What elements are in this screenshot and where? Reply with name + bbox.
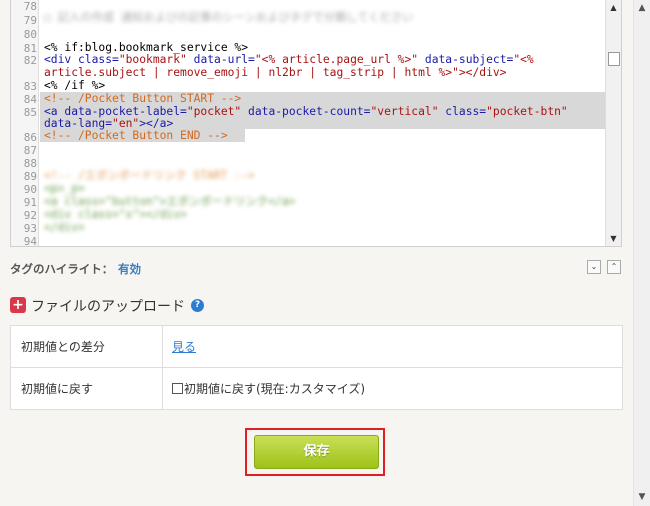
code-token: "<%: [513, 53, 534, 66]
row-label: 初期値に戻す: [10, 367, 163, 410]
reset-default-label[interactable]: 初期値に戻す(現在:カスタマイズ): [184, 382, 365, 396]
tag-highlight-value[interactable]: 有効: [118, 261, 141, 277]
line-number: 85: [23, 106, 37, 119]
code-line-82: <div class="bookmark" data-url="<% artic…: [44, 54, 534, 66]
file-upload-title[interactable]: ファイルのアップロード: [31, 296, 185, 316]
blurred-code-line: □ 記入の作成 通知およびの記事のシーンおよびタグで分類してください: [44, 11, 414, 24]
editor-scrollbar[interactable]: ▲ ▼: [605, 0, 621, 246]
line-number: 90: [23, 183, 37, 196]
code-line-82-wrap: article.subject | remove_emoji | nl2br |…: [44, 66, 507, 79]
collapse-up-icon[interactable]: ⌃: [607, 260, 621, 274]
expand-down-icon[interactable]: ⌄: [587, 260, 601, 274]
code-line-84: <!-- /Pocket Button START -->: [44, 92, 242, 105]
blurred-code-line: <!-- /エボンボードリンク START -->: [44, 169, 255, 182]
code-token: "pocket": [186, 105, 242, 118]
line-number: 91: [23, 196, 37, 209]
page-scrollbar[interactable]: ▲ ▼: [633, 0, 650, 506]
line-number: 89: [23, 170, 37, 183]
code-line-86: <!-- /Pocket Button END -->: [44, 129, 228, 142]
code-token: data-url=: [186, 53, 255, 66]
line-number: 84: [23, 93, 37, 106]
template-settings-table: 初期値との差分 見る 初期値に戻す 初期値に戻す(現在:カスタマイズ): [10, 325, 623, 410]
code-line-81: <% if:blog.bookmark_service %>: [44, 41, 249, 54]
file-upload-heading[interactable]: + ファイルのアップロード ?: [10, 296, 310, 316]
blurred-code-line: <a class="button">エボンボードリンク</a>: [44, 195, 296, 208]
blurred-code-line: <div class="x"></div>: [44, 208, 187, 221]
line-number: 93: [23, 222, 37, 235]
code-token: data-pocket-count=: [241, 105, 371, 118]
row-value-cell: 初期値に戻す(現在:カスタマイズ): [162, 367, 623, 410]
line-number: 87: [23, 144, 37, 157]
line-number: 80: [23, 28, 37, 41]
help-icon[interactable]: ?: [191, 299, 204, 312]
line-number: 81: [23, 42, 37, 55]
code-token: "pocket-btn": [486, 105, 568, 118]
line-number: 78: [23, 0, 37, 13]
table-row: 初期値との差分 見る: [10, 325, 623, 368]
reset-default-checkbox[interactable]: [172, 383, 183, 394]
view-diff-link[interactable]: 見る: [172, 340, 196, 354]
row-value-cell: 見る: [162, 325, 623, 368]
scroll-down-icon[interactable]: ▼: [634, 489, 650, 506]
line-number: 82: [23, 54, 37, 67]
code-token: "bookmark": [118, 53, 187, 66]
code-line-85: <a data-pocket-label="pocket" data-pocke…: [44, 106, 568, 118]
line-number: 94: [23, 235, 37, 247]
code-token: <div class=: [44, 53, 119, 66]
tag-highlight-label: タグのハイライト：: [10, 262, 114, 276]
editor-scroll-thumb[interactable]: [608, 52, 620, 66]
line-number: 86: [23, 131, 37, 144]
scroll-up-icon[interactable]: ▲: [606, 0, 621, 16]
code-token: "vertical": [370, 105, 439, 118]
save-button[interactable]: 保存: [254, 435, 379, 469]
code-token: "<% article.page_url %>": [254, 53, 419, 66]
blurred-code-line: </div>: [44, 221, 85, 234]
code-line-85-wrap: data-lang="en"></a>: [44, 118, 173, 130]
line-number: 92: [23, 209, 37, 222]
row-label: 初期値との差分: [10, 325, 163, 368]
code-token: class=: [438, 105, 487, 118]
code-editor[interactable]: 78 79 80 81 82 83 84 85 86 87 88 89 90 9…: [10, 0, 622, 247]
scroll-down-icon[interactable]: ▼: [606, 231, 621, 246]
scroll-up-icon[interactable]: ▲: [634, 0, 650, 17]
line-number-gutter: 78 79 80 81 82 83 84 85 86 87 88 89 90 9…: [11, 0, 39, 247]
tag-highlight-row: タグのハイライト： 有効 ⌄ ⌃: [10, 258, 622, 278]
table-row: 初期値に戻す 初期値に戻す(現在:カスタマイズ): [10, 367, 623, 410]
line-number: 88: [23, 157, 37, 170]
code-line-83: <% /if %>: [44, 79, 106, 92]
line-number: 83: [23, 80, 37, 93]
plus-icon[interactable]: +: [10, 297, 26, 313]
line-number: 79: [23, 14, 37, 27]
code-token: data-subject=: [418, 53, 514, 66]
blurred-code-line: <p>_p>: [44, 182, 85, 195]
